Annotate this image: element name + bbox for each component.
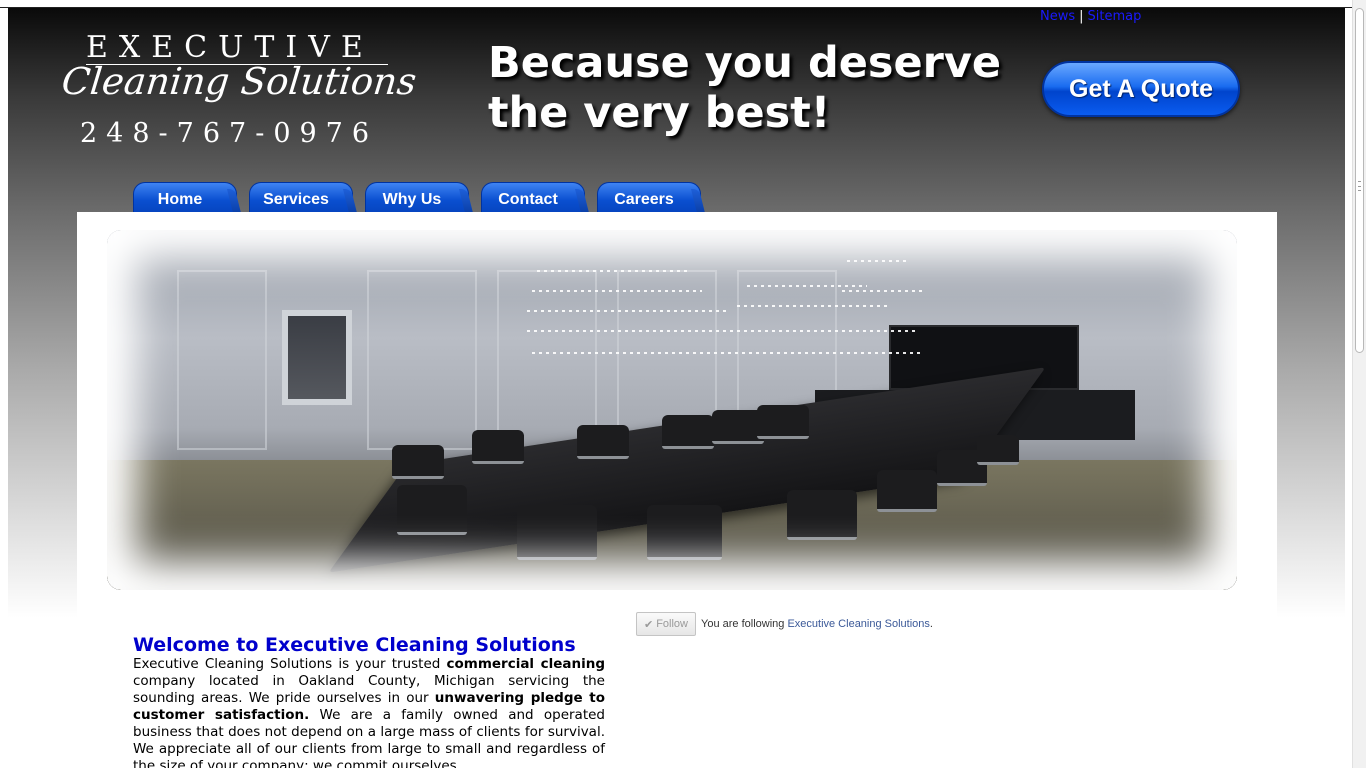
followed-page-link[interactable]: Executive Cleaning Solutions [787,618,929,630]
nav-tab-contact[interactable]: Contact [481,182,585,212]
follow-status-prefix: You are following [701,618,788,630]
welcome-text: Executive Cleaning Solutions is your tru… [133,656,447,672]
logo-script-text: Cleaning Solutions [59,60,419,103]
checkmark-icon: ✔ [643,618,654,631]
follow-status-suffix: . [929,618,933,630]
get-a-quote-button[interactable]: Get A Quote [1042,61,1240,117]
nav-tab-label: Home [157,191,203,208]
welcome-paragraph: Executive Cleaning Solutions is your tru… [133,656,605,768]
top-links-separator: | [1079,9,1084,24]
welcome-bold-text: commercial cleaning [446,656,606,672]
follow-status: You are following Executive Cleaning Sol… [701,618,933,630]
follow-button-label: Follow [656,618,688,630]
scrollbar-thumb[interactable] [1355,8,1364,353]
news-link[interactable]: News [1040,9,1075,24]
sitemap-link[interactable]: Sitemap [1088,9,1142,24]
top-links: News | Sitemap [1040,9,1141,24]
hero-image-conference-room [107,230,1237,590]
follow-button[interactable]: ✔ Follow [636,612,696,636]
nav-tab-label: Contact [498,191,558,208]
hero-vignette [107,230,1237,590]
welcome-heading: Welcome to Executive Cleaning Solutions [133,634,576,656]
nav-tab-why-us[interactable]: Why Us [365,182,469,212]
logo-phone-number: 248-767-0976 [80,118,379,149]
nav-tab-label: Careers [614,191,674,208]
nav-tab-label: Services [263,191,329,208]
top-strip [0,0,1366,8]
scrollbar-grip-icon [1358,181,1361,191]
nav-tab-careers[interactable]: Careers [597,182,701,212]
nav-tab-label: Why Us [382,191,442,208]
header-tagline: Because you deserve the very best! [488,38,1002,138]
nav-tab-services[interactable]: Services [249,182,353,212]
nav-tab-home[interactable]: Home [133,182,237,212]
vertical-scrollbar[interactable] [1352,0,1366,768]
